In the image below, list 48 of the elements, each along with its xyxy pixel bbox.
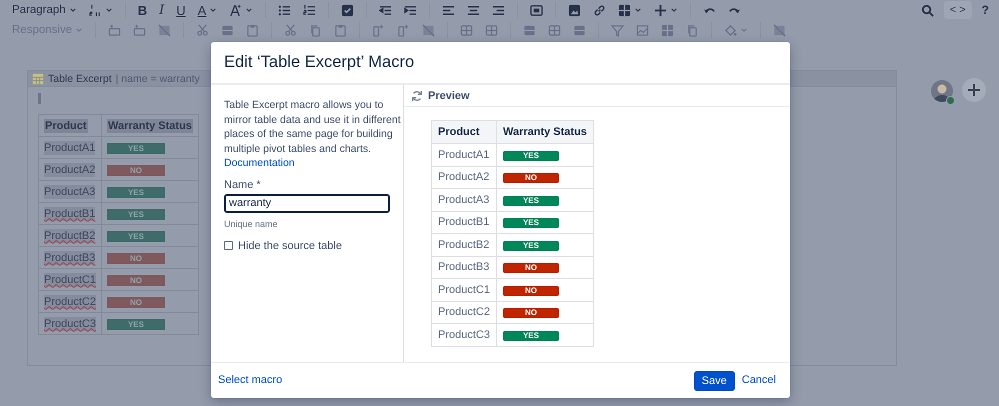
status-lozenge: YES [106,208,165,220]
column-header: Warranty Status [496,120,594,144]
product-cell: ProductC2 [432,301,496,324]
status-lozenge: YES [106,230,165,242]
product-cell: ProductB3 [44,250,96,264]
preview-title: Preview [428,90,470,102]
status-lozenge: NO [502,173,559,184]
column-header: Product [44,118,88,132]
macro-title: Table Excerpt [48,72,112,84]
column-header: Product [432,120,496,144]
field-label: Name * [224,178,262,190]
dialog-title: Edit ‘Table Excerpt’ Macro [211,42,790,85]
product-cell: ProductB1 [432,211,496,234]
status-lozenge: YES [502,240,559,251]
product-cell: ProductB3 [432,256,496,278]
status-lozenge: YES [502,218,559,228]
macro-description: Table Excerpt macro allows you to mirror table data and use it in different places of the same page for building multiple pivot tables and charts. [224,98,402,156]
product-cell: ProductA2 [432,166,496,188]
status-lozenge: NO [502,286,559,296]
column-header: Warranty Status [106,118,193,132]
product-cell: ProductB2 [44,228,96,242]
macro-parameters: | name = warranty [116,72,200,84]
product-cell: ProductB1 [44,206,96,220]
status-lozenge: NO [106,296,165,308]
status-lozenge: NO [106,274,165,286]
product-cell: ProductA1 [432,144,496,166]
product-cell: ProductB2 [432,234,496,256]
status-lozenge: YES [502,330,559,341]
status-lozenge: NO [106,252,165,264]
product-cell: ProductA2 [44,162,96,176]
product-cell: ProductC1 [432,278,496,301]
product-cell: ProductC2 [44,294,96,308]
status-lozenge: YES [106,142,165,154]
product-cell: ProductC3 [44,316,96,330]
product-cell: ProductC1 [44,272,96,286]
status-lozenge: YES [502,196,559,206]
product-cell: ProductC3 [432,324,496,346]
status-lozenge: NO [502,263,559,274]
checkbox-label: Hide the source table [238,240,342,252]
status-lozenge: NO [502,308,559,318]
status-lozenge: YES [502,150,559,161]
product-cell: ProductA3 [432,188,496,211]
field-hint: Unique name [224,218,279,228]
product-cell: ProductA1 [44,140,96,154]
product-cell: ProductA3 [44,184,96,198]
status-lozenge: YES [106,318,165,330]
status-lozenge: NO [106,164,165,176]
status-lozenge: YES [106,186,165,198]
